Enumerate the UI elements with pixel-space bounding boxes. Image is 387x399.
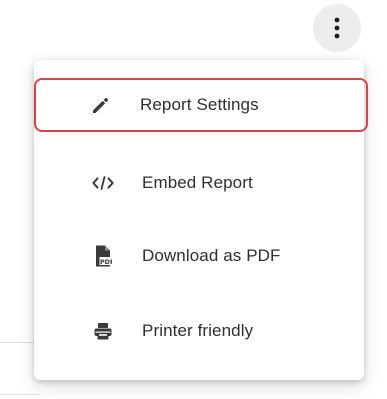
report-actions-menu: Report Settings Embed Report PDF Downloa…	[34, 60, 368, 380]
menu-item-label: Report Settings	[140, 95, 259, 114]
menu-item-label: Printer friendly	[142, 321, 254, 340]
menu-item-report-settings[interactable]: Report Settings	[34, 78, 368, 132]
menu-item-printer-friendly[interactable]: Printer friendly	[36, 304, 364, 358]
menu-item-embed-report[interactable]: Embed Report	[36, 156, 364, 210]
pencil-icon	[90, 94, 112, 116]
menu-item-download-pdf[interactable]: PDF Download as PDF	[36, 229, 364, 283]
printer-icon	[92, 320, 114, 342]
more-vertical-icon	[334, 17, 340, 39]
pdf-file-icon: PDF	[92, 245, 114, 267]
code-icon	[92, 172, 114, 194]
svg-text:PDF: PDF	[100, 258, 112, 266]
background-divider	[0, 394, 40, 395]
more-options-button[interactable]	[313, 4, 361, 52]
menu-item-label: Download as PDF	[142, 246, 281, 265]
menu-item-label: Embed Report	[142, 173, 253, 192]
